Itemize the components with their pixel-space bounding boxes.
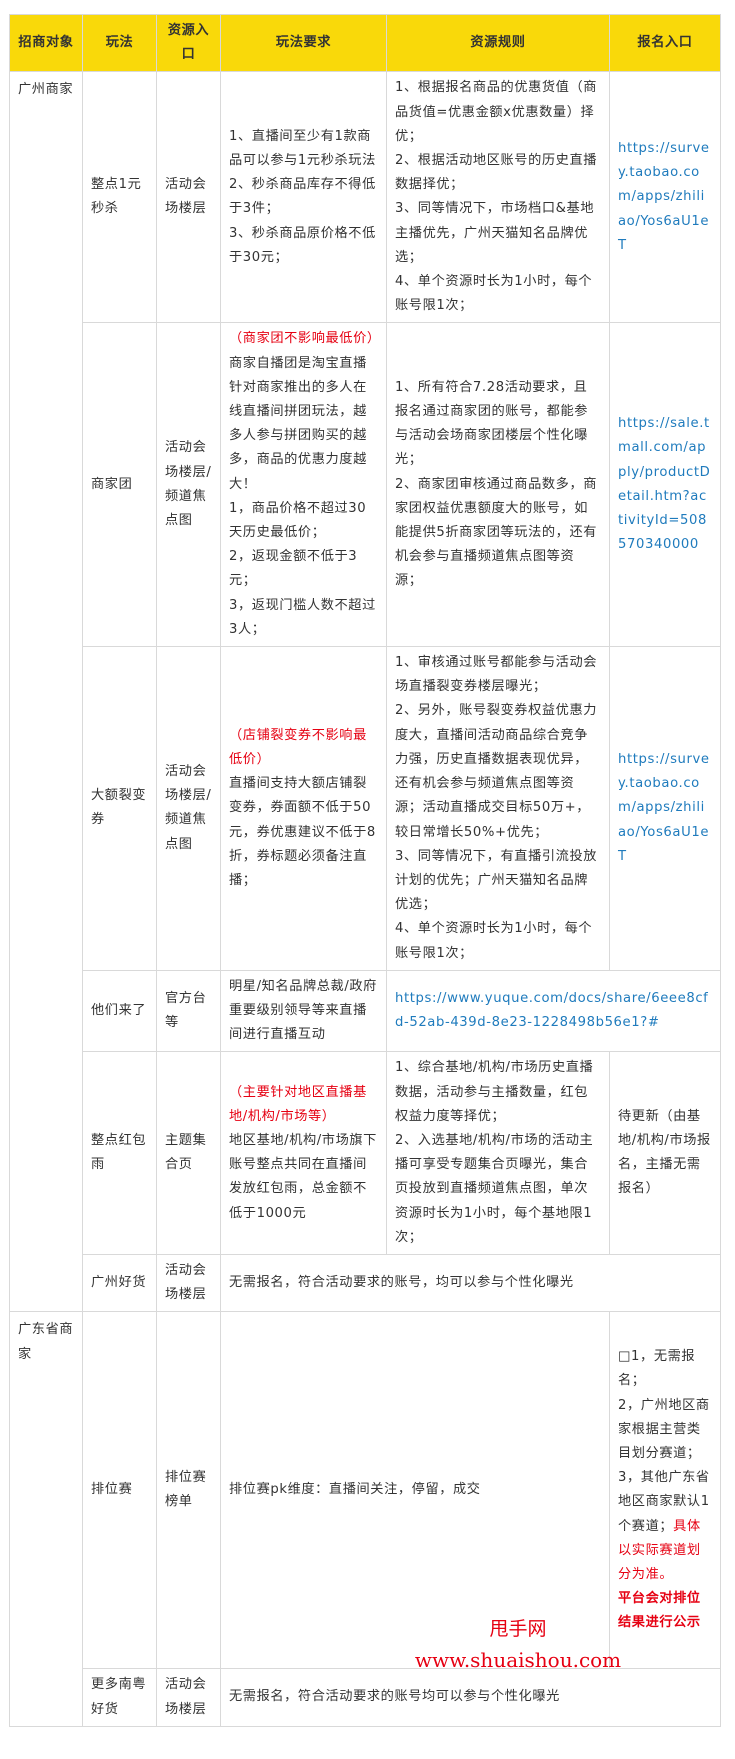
- table-row: 广州商家 整点1元秒杀 活动会场楼层 1、直播间至少有1款商品可以参与1元秒杀玩…: [9, 71, 721, 1313]
- header-requirements: 玩法要求: [220, 13, 387, 73]
- target-guangdong: 广东省商家: [9, 1311, 83, 1727]
- requirements-cell: 1、直播间至少有1款商品可以参与1元秒杀玩法 2、秒杀商品库存不得低于3件； 3…: [220, 71, 387, 324]
- requirements-cell: 无需报名，符合活动要求的账号，均可以参与个性化曝光: [220, 1253, 721, 1313]
- merchant-activity-table: 招商对象 玩法 资源入口 玩法要求 资源规则 报名入口 广州商家 整点1元秒杀 …: [9, 13, 721, 1727]
- rules-cell: 1、审核通过账号都能参与活动会场直播裂变券楼层曝光； 2、另外，账号裂变券权益优…: [386, 646, 610, 971]
- play-cell: 大额裂变券: [82, 646, 157, 971]
- entry-cell: 活动会场楼层: [156, 71, 221, 324]
- signup-cell: 待更新（由基地/机构/市场报名，主播无需报名）: [609, 1051, 721, 1255]
- header-target: 招商对象: [9, 13, 83, 73]
- header-entry: 资源入口: [156, 13, 221, 73]
- table-row: 更多南粤好货 活动会场楼层 无需报名，符合活动要求的账号均可以参与个性化曝光: [10, 1668, 721, 1727]
- play-cell: 商家团: [82, 322, 157, 648]
- signup-link[interactable]: https://www.yuque.com/docs/share/6eee8cf…: [386, 969, 721, 1053]
- table-row: 整点红包雨 主题集合页 （主要针对地区直播基地/机构/市场等） 地区基地/机构/…: [10, 1051, 721, 1255]
- play-cell: 整点1元秒杀: [82, 71, 157, 324]
- header-play: 玩法: [82, 13, 157, 73]
- price-note: （店铺裂变券不影响最低价）: [229, 727, 367, 767]
- entry-cell: 活动会场楼层/频道焦点图: [156, 322, 221, 648]
- entry-cell: 主题集合页: [156, 1051, 221, 1255]
- header-rules: 资源规则: [386, 13, 610, 73]
- play-cell: 排位赛: [82, 1311, 157, 1670]
- play-cell: 整点红包雨: [82, 1051, 157, 1255]
- play-cell: 更多南粤好货: [82, 1668, 157, 1727]
- requirements-cell: 无需报名，符合活动要求的账号均可以参与个性化曝光: [220, 1668, 721, 1727]
- signup-link[interactable]: https://survey.taobao.com/apps/zhiliao/Y…: [609, 646, 721, 971]
- entry-cell: 活动会场楼层/频道焦点图: [156, 646, 221, 971]
- entry-cell: 排位赛榜单: [156, 1311, 221, 1670]
- watermark-url: www.shuaishou.com: [414, 1648, 622, 1672]
- table-header-row: 招商对象 玩法 资源入口 玩法要求 资源规则 报名入口: [9, 13, 721, 73]
- play-cell: 他们来了: [82, 969, 157, 1053]
- signup-link[interactable]: https://survey.taobao.com/apps/zhiliao/Y…: [609, 71, 721, 324]
- target-note: （主要针对地区直播基地/机构/市场等）: [229, 1084, 367, 1124]
- table-row: 大额裂变券 活动会场楼层/频道焦点图 （店铺裂变券不影响最低价） 直播间支持大额…: [10, 646, 721, 971]
- table-row: 商家团 活动会场楼层/频道焦点图 （商家团不影响最低价） 商家自播团是淘宝直播针…: [10, 322, 721, 648]
- entry-cell: 活动会场楼层: [156, 1668, 221, 1727]
- table-row: 他们来了 官方台等 明星/知名品牌总裁/政府重要级别领导等来直播间进行直播互动 …: [10, 969, 721, 1053]
- watermark-name: 甩手网: [489, 1618, 547, 1640]
- requirements-cell: （商家团不影响最低价） 商家自播团是淘宝直播针对商家推出的多人在线直播间拼团玩法…: [220, 322, 387, 648]
- target-guangzhou: 广州商家: [9, 71, 83, 1313]
- rules-cell: 1、综合基地/机构/市场历史直播数据，活动参与主播数量，红包权益力度等择优； 2…: [386, 1051, 610, 1255]
- header-signup: 报名入口: [609, 13, 721, 73]
- price-note: （商家团不影响最低价）: [229, 331, 381, 347]
- requirements-cell: （主要针对地区直播基地/机构/市场等） 地区基地/机构/市场旗下账号整点共同在直…: [220, 1051, 387, 1255]
- entry-cell: 活动会场楼层: [156, 1253, 221, 1313]
- rules-cell: 1、根据报名商品的优惠货值（商品货值=优惠金额x优惠数量）择优； 2、根据活动地…: [386, 71, 610, 324]
- requirements-cell: （店铺裂变券不影响最低价） 直播间支持大额店铺裂变券，券面额不低于50元，券优惠…: [220, 646, 387, 971]
- signup-link[interactable]: https://sale.tmall.com/apply/productDeta…: [609, 322, 721, 648]
- requirements-cell: 明星/知名品牌总裁/政府重要级别领导等来直播间进行直播互动: [220, 969, 387, 1053]
- table-row: 广州好货 活动会场楼层 无需报名，符合活动要求的账号，均可以参与个性化曝光: [10, 1253, 721, 1313]
- play-cell: 广州好货: [82, 1253, 157, 1313]
- rules-cell: 1、所有符合7.28活动要求，且报名通过商家团的账号，都能参与活动会场商家团楼层…: [386, 322, 610, 648]
- entry-cell: 官方台等: [156, 969, 221, 1053]
